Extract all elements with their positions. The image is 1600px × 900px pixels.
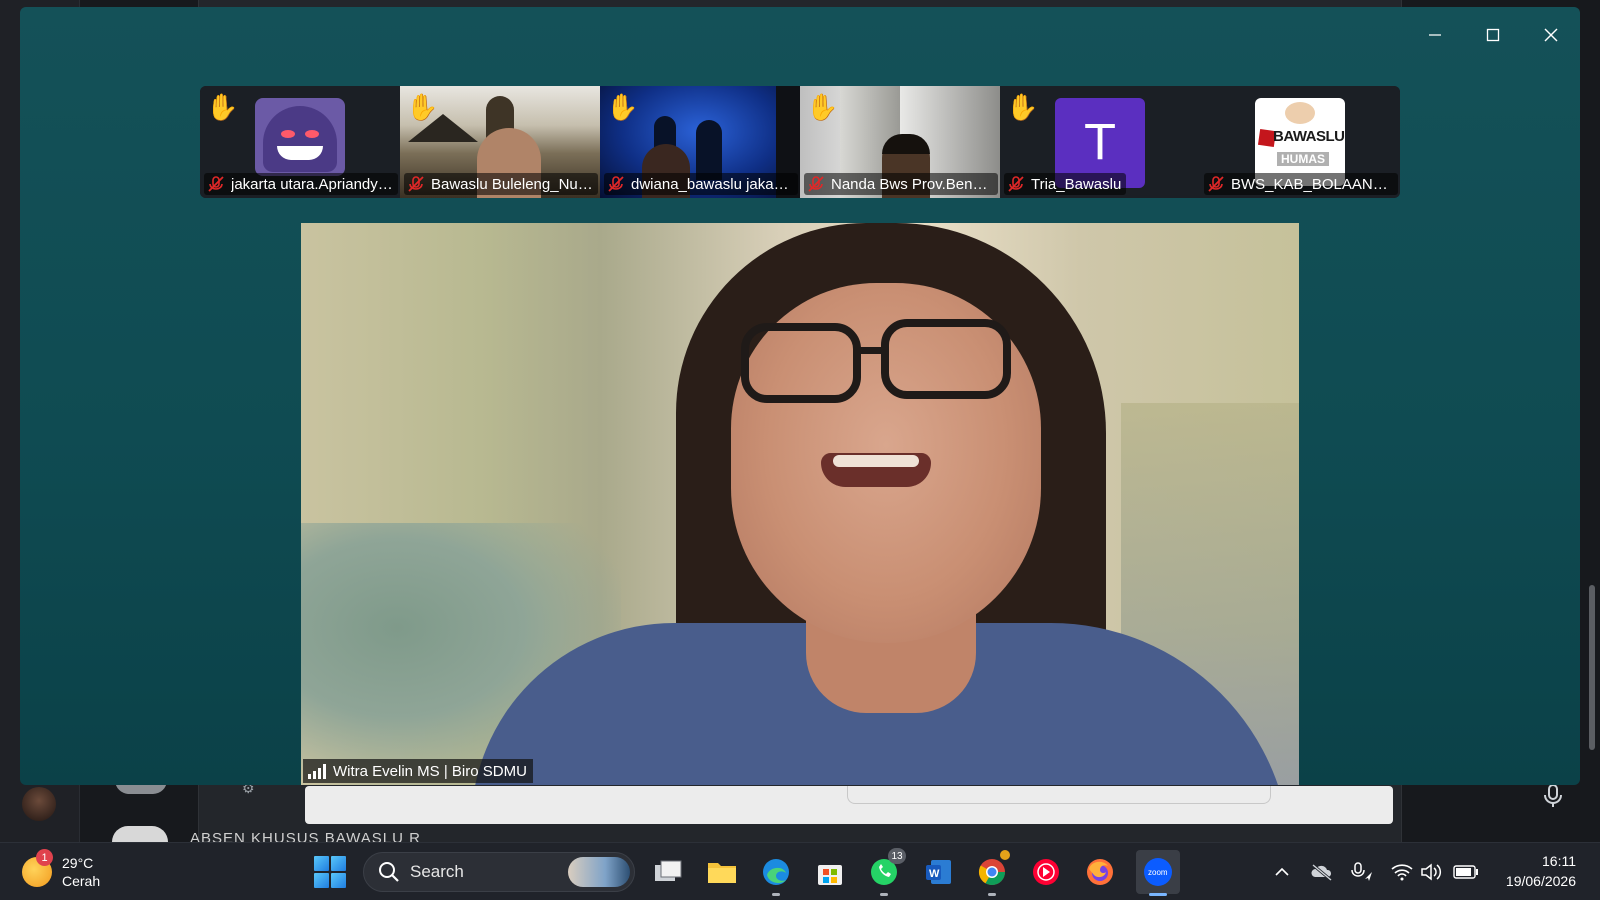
weather-condition: Cerah xyxy=(62,873,101,889)
participant-tile[interactable]: T ✋ Tria_Bawaslu xyxy=(1000,86,1200,198)
microsoft-store-icon[interactable] xyxy=(812,854,848,890)
participant-tile[interactable]: ✋ dwiana_bawaslu jakart... xyxy=(600,86,800,198)
participant-tile[interactable]: BAWASLU HUMAS BWS_KAB_BOLAANG ... xyxy=(1200,86,1400,198)
microphone-icon[interactable] xyxy=(1542,784,1564,808)
system-clock[interactable]: 16:11 19/06/2026 xyxy=(1506,851,1576,891)
scrollbar-thumb[interactable] xyxy=(1589,585,1595,750)
whatsapp-icon[interactable]: 13 xyxy=(866,848,906,896)
muted-microphone-icon xyxy=(808,176,824,192)
start-button[interactable] xyxy=(314,856,346,888)
active-speaker-video[interactable]: Witra Evelin MS | Biro SDMU xyxy=(301,223,1299,785)
task-view-icon[interactable] xyxy=(650,854,686,890)
microphone-in-use-icon[interactable] xyxy=(1348,858,1376,886)
muted-microphone-icon xyxy=(1008,176,1024,192)
close-icon[interactable] xyxy=(1522,7,1580,63)
hand-raised-icon: ✋ xyxy=(1006,92,1039,122)
participant-name-label: jakarta utara.Apriandy ... xyxy=(204,173,398,195)
wifi-icon[interactable] xyxy=(1388,858,1416,886)
minimize-icon[interactable] xyxy=(1406,7,1464,63)
avatar xyxy=(255,98,345,176)
svg-text:W: W xyxy=(929,868,940,880)
notification-badge: 13 xyxy=(888,848,906,864)
participant-strip: ✋ jakarta utara.Apriandy ... ✋ Bawaslu B… xyxy=(200,86,1400,198)
firefox-icon[interactable] xyxy=(1082,854,1118,890)
zoom-meeting-window: ✋ jakarta utara.Apriandy ... ✋ Bawaslu B… xyxy=(20,7,1580,785)
onedrive-offline-icon[interactable] xyxy=(1308,858,1336,886)
participant-name-label: Tria_Bawaslu xyxy=(1004,173,1127,195)
maximize-icon[interactable] xyxy=(1464,7,1522,63)
message-input-inner xyxy=(847,786,1271,804)
volume-icon[interactable] xyxy=(1418,858,1446,886)
zoom-icon[interactable]: zoom xyxy=(1136,850,1180,896)
hand-raised-icon: ✋ xyxy=(806,92,839,122)
search-label: Search xyxy=(410,862,464,881)
participant-tile[interactable]: ✋ jakarta utara.Apriandy ... xyxy=(200,86,400,198)
taskbar-search[interactable]: Search xyxy=(363,852,635,892)
hand-raised-icon: ✋ xyxy=(606,92,639,122)
chat-list-title[interactable]: ABSEN KHUSUS BAWASLU R xyxy=(190,830,421,842)
avatar[interactable] xyxy=(22,787,56,821)
weather-temperature: 29°C xyxy=(62,855,94,871)
scrollbar[interactable] xyxy=(1588,130,1596,750)
file-explorer-icon[interactable] xyxy=(704,854,740,890)
youtube-music-icon[interactable] xyxy=(1028,854,1064,890)
svg-text:zoom: zoom xyxy=(1148,868,1168,877)
weather-sun-icon: 1 xyxy=(22,849,53,887)
speaker-name-label: Witra Evelin MS | Biro SDMU xyxy=(303,759,533,783)
battery-icon[interactable] xyxy=(1452,858,1480,886)
search-highlight-image xyxy=(568,857,630,887)
participant-tile[interactable]: ✋ Bawaslu Buleleng_Nua... xyxy=(400,86,600,198)
window-controls xyxy=(1406,7,1580,63)
show-hidden-icons-chevron[interactable] xyxy=(1268,858,1296,886)
participant-name-label: Bawaslu Buleleng_Nua... xyxy=(404,173,598,195)
notification-dot xyxy=(1000,850,1010,860)
participant-name-label: Nanda Bws Prov.Beng... xyxy=(804,173,998,195)
muted-microphone-icon xyxy=(608,176,624,192)
connection-signal-icon xyxy=(308,764,326,779)
muted-microphone-icon xyxy=(408,176,424,192)
hand-raised-icon: ✋ xyxy=(406,92,439,122)
muted-microphone-icon xyxy=(208,176,224,192)
edge-icon[interactable] xyxy=(758,854,794,896)
muted-microphone-icon xyxy=(1208,176,1224,192)
notification-badge: 1 xyxy=(36,849,53,866)
search-icon xyxy=(379,862,399,882)
participant-name-label: BWS_KAB_BOLAANG ... xyxy=(1204,173,1398,195)
avatar xyxy=(112,826,168,842)
weather-widget[interactable]: 1 29°C Cerah xyxy=(22,849,101,893)
clock-time: 16:11 xyxy=(1542,853,1576,869)
clock-date: 19/06/2026 xyxy=(1505,873,1576,889)
chrome-icon[interactable] xyxy=(974,850,1010,896)
participant-name-label: dwiana_bawaslu jakart... xyxy=(604,173,798,195)
word-icon[interactable]: W xyxy=(920,854,956,890)
hand-raised-icon: ✋ xyxy=(206,92,239,122)
participant-tile[interactable]: ✋ Nanda Bws Prov.Beng... xyxy=(800,86,1000,198)
taskbar: 1 29°C Cerah Search 13 W zoom 16:11 19/0… xyxy=(0,842,1600,900)
